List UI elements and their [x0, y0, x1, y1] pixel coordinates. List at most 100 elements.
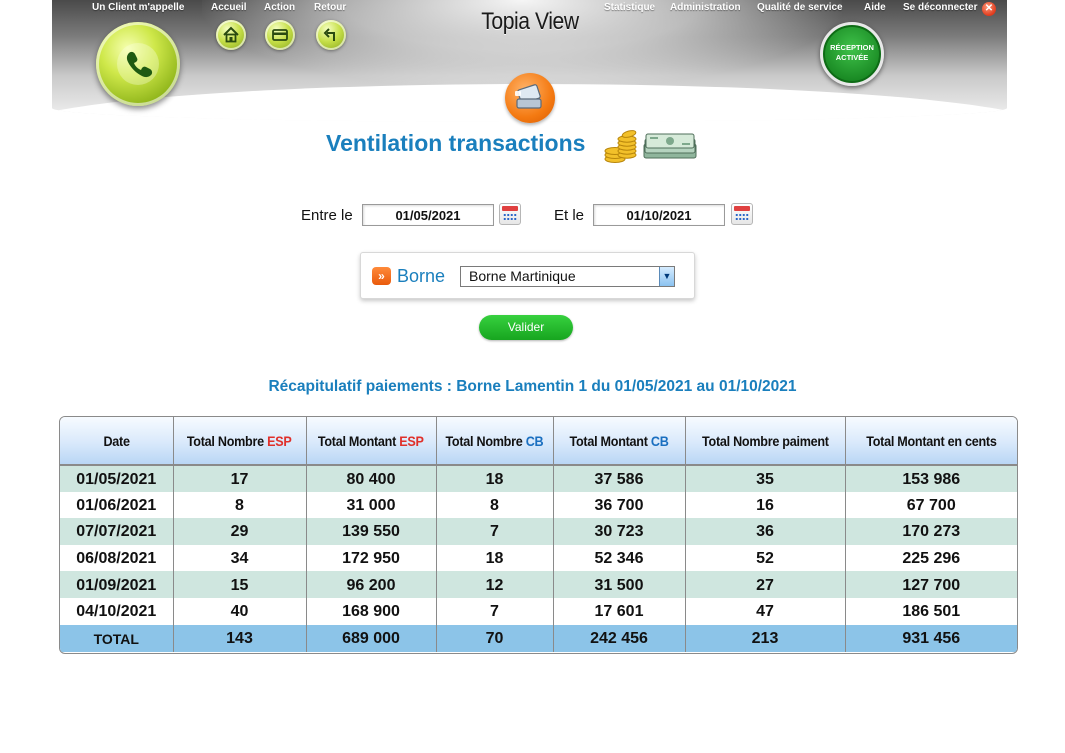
cell-date: 06/08/2021 — [60, 544, 174, 572]
cell-nb-cb: 7 — [436, 597, 554, 625]
cell-nb-cb: 8 — [436, 491, 554, 519]
cell-mt-cb: 31 500 — [553, 571, 686, 598]
cell-nb-paiement: 35 — [685, 465, 846, 492]
nav-accueil-label[interactable]: Accueil — [211, 2, 247, 13]
col-header-mt-cents[interactable]: Total Montant en cents — [845, 417, 1017, 466]
cell-mt-cents: 170 273 — [845, 518, 1017, 545]
menu-aide[interactable]: Aide — [864, 2, 886, 13]
header-esp-tag: ESP — [267, 432, 292, 449]
cell-nb-cb: 18 — [436, 544, 554, 572]
cell-total-mt-cents: 931 456 — [845, 624, 1017, 652]
borne-selected-value: Borne Martinique — [469, 268, 576, 284]
double-chevron-icon: » — [372, 267, 391, 285]
bills-icon — [643, 133, 697, 159]
to-date-label: Et le — [554, 207, 585, 224]
table-header-row: Date Total Nombre ESP Total Montant ESP … — [60, 417, 1017, 466]
table-total-row: TOTAL 143 689 000 70 242 456 213 931 456 — [60, 624, 1017, 652]
cell-nb-paiement: 27 — [685, 571, 846, 598]
reception-status-badge[interactable]: RÉCEPTION ACTIVÉE — [820, 22, 884, 86]
header-cb-tag: CB — [650, 432, 669, 449]
cell-nb-paiement: 52 — [685, 544, 846, 572]
phone-call-button[interactable] — [96, 22, 180, 106]
action-button[interactable] — [265, 20, 295, 50]
cell-nb-esp: 17 — [173, 465, 307, 492]
dropdown-arrow-icon[interactable]: ▼ — [659, 267, 674, 286]
calendar-icon[interactable] — [731, 203, 753, 225]
col-header-nb-paiement[interactable]: Total Nombre paiment — [685, 417, 846, 466]
nav-retour-label[interactable]: Retour — [314, 2, 346, 13]
cell-mt-cb: 37 586 — [553, 465, 686, 492]
calendar-top — [734, 206, 750, 211]
back-icon — [323, 28, 335, 41]
cell-mt-cents: 153 986 — [845, 465, 1017, 492]
cell-nb-cb: 18 — [436, 465, 554, 492]
validate-button[interactable]: Valider — [479, 315, 573, 340]
cell-mt-esp: 172 950 — [306, 544, 437, 572]
col-header-nb-esp[interactable]: Total Nombre ESP — [173, 417, 307, 466]
menu-qualite[interactable]: Qualité de service — [757, 2, 843, 13]
table-row: 01/06/2021 8 31 000 8 36 700 16 67 700 — [60, 491, 1017, 519]
cell-total-nb-esp: 143 — [173, 624, 307, 652]
borne-select[interactable]: Borne Martinique ▼ — [460, 266, 675, 287]
page-title: Ventilation transactions — [326, 130, 586, 156]
cell-total-mt-cb: 242 456 — [553, 624, 686, 652]
from-date-field[interactable] — [362, 204, 494, 226]
to-date-field[interactable] — [593, 204, 725, 226]
cell-mt-cents: 225 296 — [845, 544, 1017, 572]
cell-mt-esp: 31 000 — [306, 491, 437, 519]
cell-mt-cents: 67 700 — [845, 491, 1017, 519]
calendar-icon[interactable] — [499, 203, 521, 225]
cell-total-nb-cb: 70 — [436, 624, 554, 652]
action-icon — [272, 29, 288, 41]
cell-mt-cb: 30 723 — [553, 518, 686, 545]
header-esp-tag: ESP — [399, 432, 424, 449]
transactions-icon — [505, 73, 555, 123]
col-header-nb-cb[interactable]: Total Nombre CB — [436, 417, 554, 466]
cell-nb-paiement: 16 — [685, 491, 846, 519]
cell-mt-esp: 80 400 — [306, 465, 437, 492]
cell-nb-esp: 29 — [173, 518, 307, 545]
header-text: Total Montant — [318, 432, 400, 449]
cell-nb-esp: 40 — [173, 597, 307, 625]
cell-mt-cents: 127 700 — [845, 571, 1017, 598]
header-text: Total Nombre — [187, 432, 268, 449]
cell-nb-esp: 8 — [173, 491, 307, 519]
cell-total-nb-paiement: 213 — [685, 624, 846, 652]
cell-nb-esp: 15 — [173, 571, 307, 598]
reception-line2: ACTIVÉE — [835, 53, 869, 62]
home-button[interactable] — [216, 20, 246, 50]
back-button[interactable] — [316, 20, 346, 50]
register-icon — [515, 84, 542, 109]
col-header-date[interactable]: Date — [60, 417, 174, 466]
cell-mt-esp: 168 900 — [306, 597, 437, 625]
cell-nb-cb: 7 — [436, 518, 554, 545]
close-icon[interactable]: ✕ — [982, 2, 996, 16]
table-row: 06/08/2021 34 172 950 18 52 346 52 225 2… — [60, 544, 1017, 572]
borne-filter-panel: » Borne Borne Martinique ▼ — [360, 252, 695, 299]
calendar-top — [502, 206, 518, 211]
cell-mt-esp: 96 200 — [306, 571, 437, 598]
home-icon — [223, 26, 239, 43]
cell-nb-cb: 12 — [436, 571, 554, 598]
borne-label: Borne — [397, 266, 446, 286]
nav-action-label[interactable]: Action — [264, 2, 295, 13]
col-header-mt-esp[interactable]: Total Montant ESP — [306, 417, 437, 466]
phone-icon — [117, 43, 159, 85]
reception-line1: RÉCEPTION — [830, 43, 874, 52]
app-title: Topia View — [481, 8, 579, 35]
menu-statistique[interactable]: Statistique — [604, 2, 655, 13]
payments-table: Date Total Nombre ESP Total Montant ESP … — [59, 416, 1018, 654]
menu-administration[interactable]: Administration — [670, 2, 741, 13]
table-row: 01/05/2021 17 80 400 18 37 586 35 153 98… — [60, 465, 1017, 492]
menu-deconnecter[interactable]: Se déconnecter — [903, 2, 977, 13]
header-cb-tag: CB — [525, 432, 544, 449]
cell-mt-cb: 36 700 — [553, 491, 686, 519]
client-calls-link[interactable]: Un Client m'appelle — [92, 2, 184, 13]
cell-date: 01/06/2021 — [60, 491, 174, 519]
col-header-mt-cb[interactable]: Total Montant CB — [553, 417, 686, 466]
table-row: 07/07/2021 29 139 550 7 30 723 36 170 27… — [60, 518, 1017, 545]
table-row: 01/09/2021 15 96 200 12 31 500 27 127 70… — [60, 571, 1017, 598]
cell-date: 01/09/2021 — [60, 571, 174, 598]
cell-nb-paiement: 47 — [685, 597, 846, 625]
from-date-label: Entre le — [301, 207, 353, 224]
